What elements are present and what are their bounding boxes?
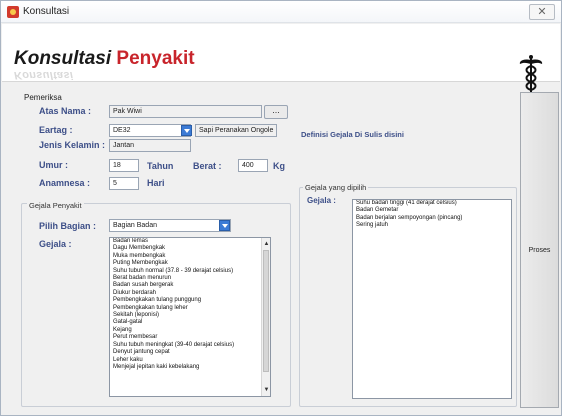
close-button[interactable]: ✕ [529,4,555,20]
proses-button[interactable]: Proses [520,92,559,408]
gejala-penyakit-items: Badan lemas Dagu Membengkak Muka membengka… [110,238,270,371]
gejala-dipilih-group-label: Gejala yang dipilih [303,183,369,192]
anamnesa-unit: Hari [147,178,165,188]
list-item[interactable]: Suhu tubuh meningkat (39-40 derajat cels… [110,342,270,349]
scroll-thumb[interactable] [263,250,269,372]
title-bar: Konsultasi ✕ [1,1,561,23]
gejala-penyakit-group-label: Gejala Penyakit [27,201,84,210]
list-item[interactable]: Pembengkakan tulang punggung [110,297,270,304]
list-item[interactable]: Pembengkakan tulang leher [110,305,270,312]
list-item[interactable]: Muka membengkak [110,253,270,260]
eartag-description-field: Sapi Peranakan Ongole [195,124,277,137]
brand-title: Konsultasi Penyakit [14,48,195,70]
scroll-down-icon[interactable]: ▼ [263,386,270,394]
app-icon [7,6,19,18]
list-item[interactable]: Suhu badan tinggi (41 derajat celsius) [353,200,511,207]
list-item[interactable]: Badan Gemetar [353,207,511,214]
list-item[interactable]: Badan lemas [110,238,270,245]
list-item[interactable]: Suhu tubuh normal (37.8 - 39 derajat cel… [110,268,270,275]
umur-label: Umur : [39,160,68,170]
konsultasi-window: Konsultasi ✕ Konsultasi Penyakit Konsult… [0,0,562,416]
list-item[interactable]: Badan berjalan sempoyongan (pincang) [353,215,511,222]
browse-owner-button[interactable]: ... [264,105,288,119]
list-item[interactable]: Sekitah (leponisi) [110,312,270,319]
list-item[interactable]: Gatal-gatal [110,319,270,326]
list-item[interactable]: Diukur berdarah [110,290,270,297]
list-item[interactable]: Kejang [110,327,270,334]
pilih-bagian-dropdown-arrow-icon[interactable] [219,220,230,231]
list-item[interactable]: Puting Membengkak [110,260,270,267]
gejala-penyakit-scrollbar[interactable]: ▲ ▼ [261,238,270,396]
jenis-kelamin-label: Jenis Kelamin : [39,140,106,150]
list-item[interactable]: Dagu Membengkak [110,245,270,252]
eartag-label: Eartag : [39,125,73,135]
anamnesa-input[interactable]: 5 [109,177,139,190]
eartag-dropdown-arrow-icon[interactable] [181,125,192,136]
window-title: Konsultasi [23,6,70,17]
list-item[interactable]: Menjejal jepitan kaki kebelakang [110,364,270,371]
definisi-gejala-label: Definisi Gejala Di Sulis disini [301,130,404,139]
gejala-penyakit-listbox[interactable]: Badan lemas Dagu Membengkak Muka membengka… [109,237,271,397]
gejala-dipilih-items: Suhu badan tinggi (41 derajat celsius) Ba… [353,200,511,230]
list-item[interactable]: Perut membesar [110,334,270,341]
umur-input[interactable]: 18 [109,159,139,172]
pilih-bagian-label: Pilih Bagian : [39,221,97,231]
anamnesa-label: Anamnesa : [39,178,91,188]
list-item[interactable]: Denyut jantung cepat [110,349,270,356]
brand-reflection: Konsultasi [14,69,74,81]
list-item[interactable]: Berat badan menurun [110,275,270,282]
eartag-select[interactable]: DE32 [109,124,191,137]
berat-unit: Kg [273,161,285,171]
header-banner: Konsultasi Penyakit Konsultasi [2,24,560,96]
brand-word-konsultasi: Konsultasi [14,48,112,69]
atas-nama-label: Atas Nama : [39,106,92,116]
gejala-penyakit-label: Gejala : [39,239,72,249]
pemeriksa-group-label: Pemeriksa [24,93,62,102]
brand-word-penyakit: Penyakit [116,48,195,69]
list-item[interactable]: Leher kaku [110,357,270,364]
umur-unit: Tahun [147,161,174,171]
berat-label: Berat : [193,161,222,171]
jenis-kelamin-field: Jantan [109,139,191,152]
pilih-bagian-select[interactable]: Bagian Badan [109,219,231,232]
list-item[interactable]: Badan susah bergerak [110,282,270,289]
list-item[interactable]: Sering jatuh [353,222,511,229]
gejala-dipilih-label: Gejala : [307,196,336,205]
atas-nama-field[interactable]: Pak Wiwi [109,105,262,118]
berat-input[interactable]: 400 [238,159,268,172]
gejala-dipilih-listbox[interactable]: Suhu badan tinggi (41 derajat celsius) Ba… [352,199,512,399]
scroll-up-icon[interactable]: ▲ [263,240,270,248]
